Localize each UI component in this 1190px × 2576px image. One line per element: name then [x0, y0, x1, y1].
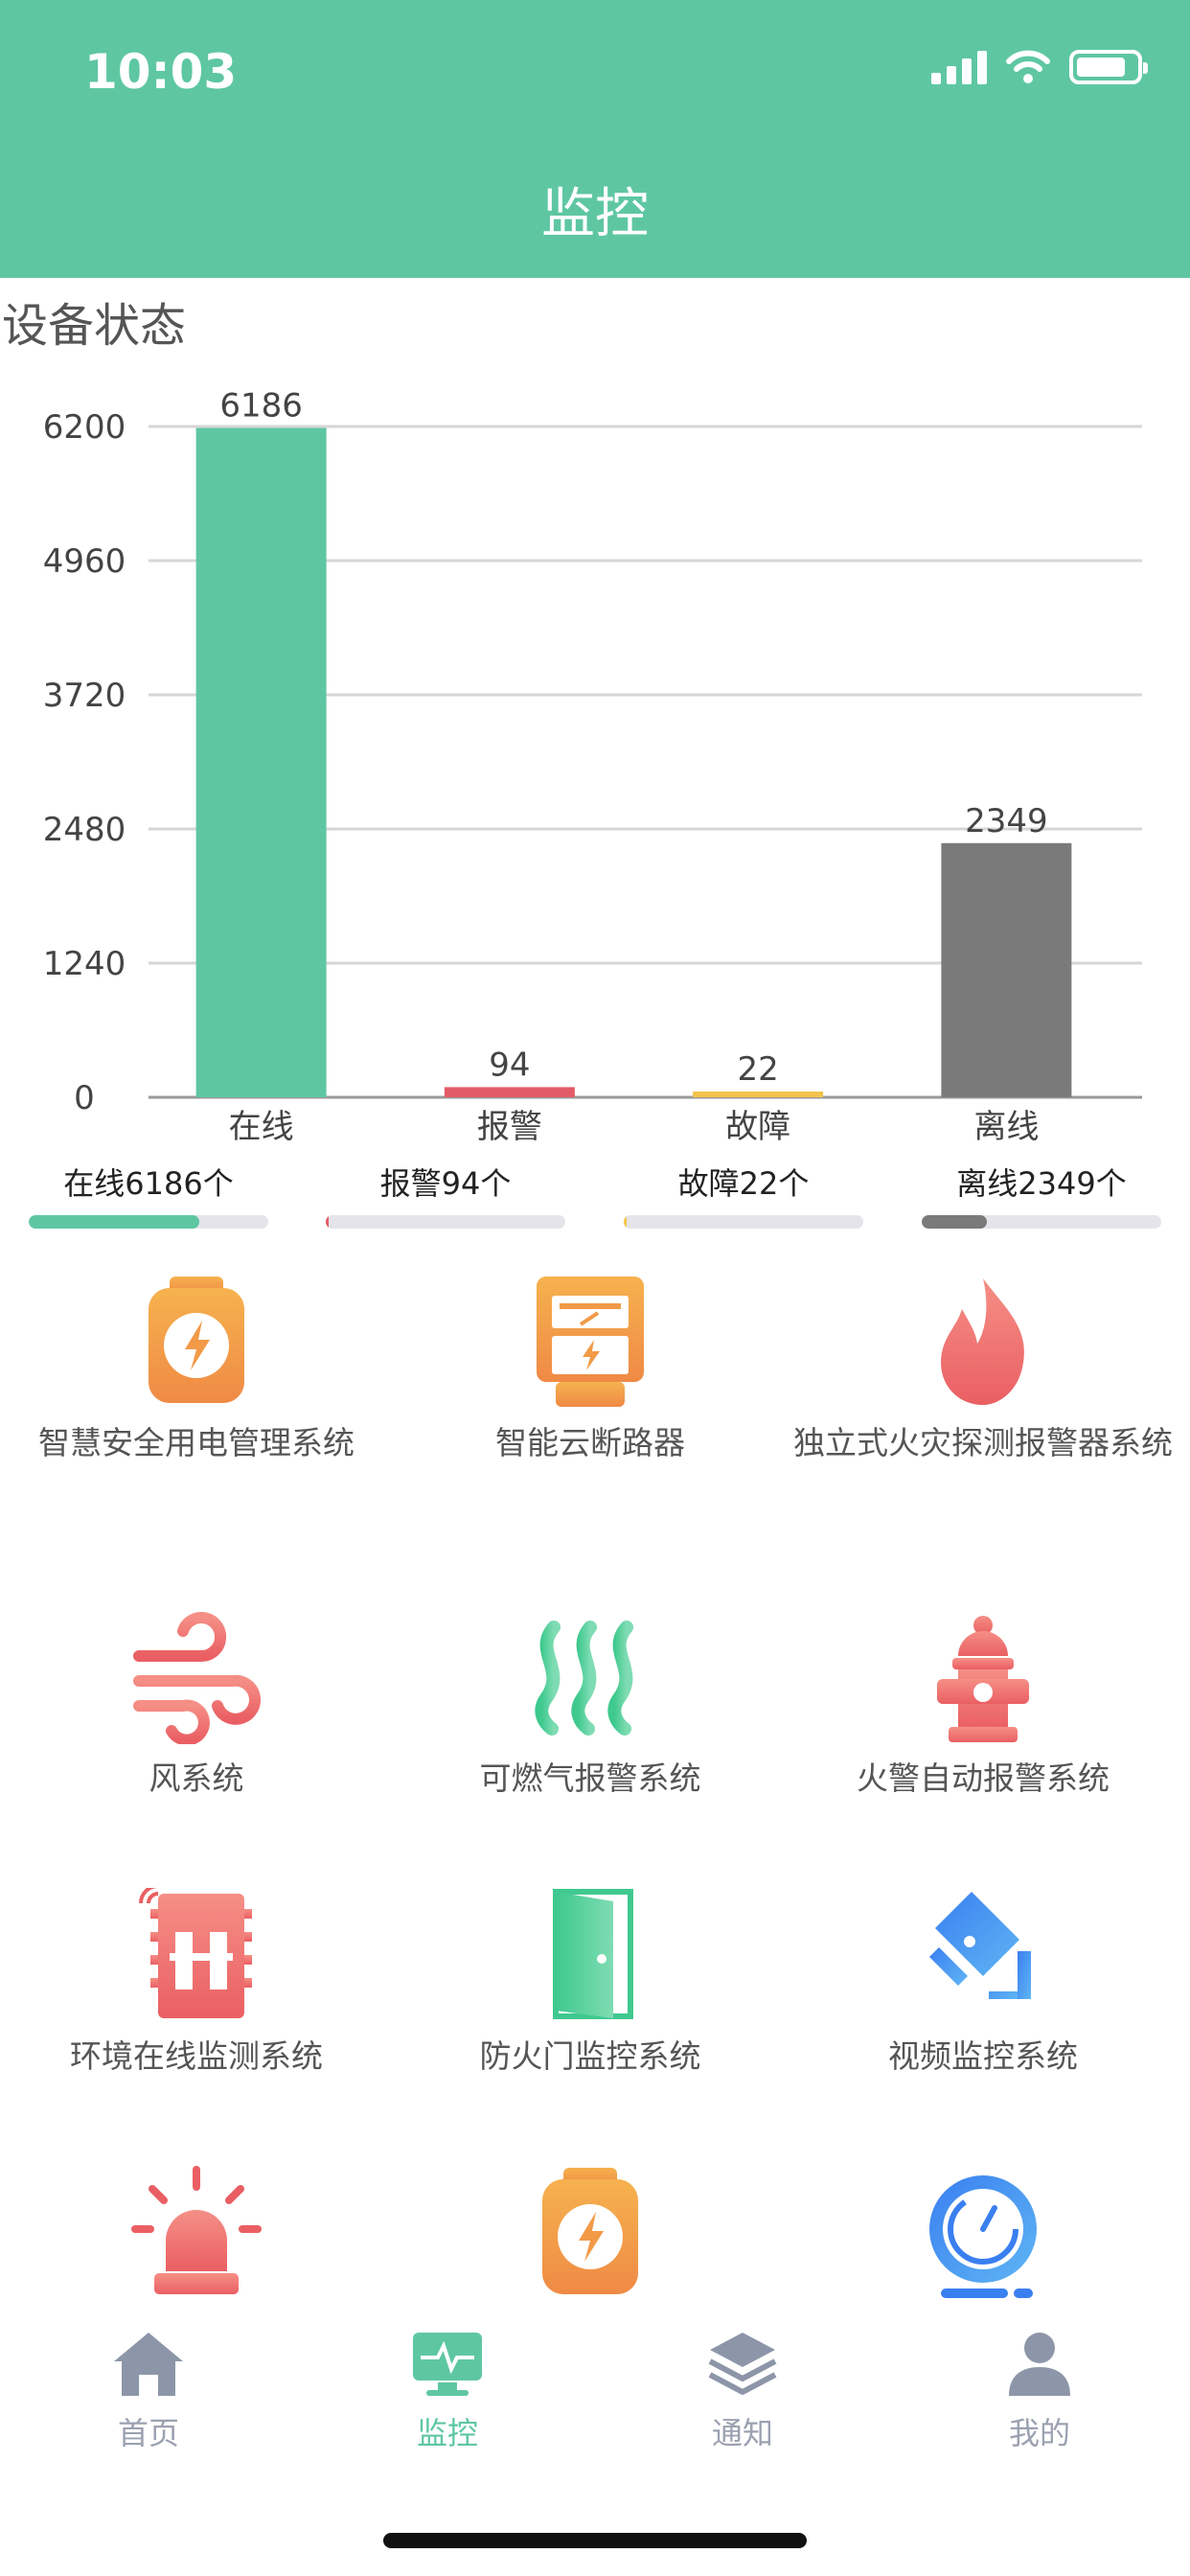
- home-indicator: [383, 2533, 807, 2548]
- system-environment[interactable]: 环境在线监测系统: [5, 1884, 388, 2085]
- system-video[interactable]: 视频监控系统: [791, 1888, 1175, 2085]
- bar-故障: [693, 1092, 824, 1097]
- app-header: 10:03 监控: [0, 0, 1190, 278]
- y-tick-label: 2480: [43, 811, 126, 849]
- system-electric-safety[interactable]: 智慧安全用电管理系统: [5, 1275, 388, 1472]
- system-alarm-light[interactable]: [5, 2166, 388, 2306]
- y-tick-label: 1240: [43, 945, 126, 983]
- status-icons: [931, 50, 1148, 84]
- summary-label-offline: 离线2349个: [956, 1165, 1127, 1202]
- system-fire-auto-alarm[interactable]: 火警自动报警系统: [791, 1610, 1175, 1807]
- tab-label: 通知: [711, 2415, 773, 2451]
- tab-notify[interactable]: 通知: [671, 2329, 814, 2453]
- tab-label: 我的: [1008, 2415, 1070, 2451]
- tab-mine[interactable]: 我的: [968, 2329, 1111, 2453]
- fire-door-icon: [553, 1889, 633, 2019]
- section-title: 设备状态: [2, 299, 187, 353]
- system-label: 视频监控系统: [888, 2037, 1078, 2075]
- pressure-gauge-icon: [929, 2175, 1037, 2298]
- x-tick-label: 故障: [725, 1108, 790, 1146]
- tab-home[interactable]: 首页: [77, 2329, 220, 2453]
- layers-icon: [708, 2333, 777, 2395]
- environment-monitor-icon: [139, 1884, 252, 2018]
- system-wind[interactable]: 风系统: [5, 1610, 388, 1807]
- alarm-light-icon: [131, 2166, 262, 2294]
- data-label: 6186: [219, 387, 303, 426]
- data-label: 94: [489, 1046, 530, 1084]
- gas-icon: [535, 1621, 633, 1736]
- y-tick-label: 0: [74, 1079, 95, 1117]
- data-label: 22: [737, 1050, 778, 1089]
- system-label: 智能云断路器: [495, 1424, 685, 1461]
- system-label: 可燃气报警系统: [479, 1760, 701, 1797]
- x-tick-label: 报警: [477, 1108, 542, 1146]
- x-tick-label: 在线: [229, 1108, 294, 1146]
- progress-online: [29, 1215, 268, 1229]
- progress-online-fill: [29, 1215, 199, 1229]
- system-gas-alarm[interactable]: 可燃气报警系统: [399, 1610, 782, 1807]
- user-icon: [1009, 2333, 1070, 2396]
- battery-icon: [1069, 50, 1148, 84]
- system-fire-door[interactable]: 防火门监控系统: [399, 1888, 782, 2085]
- tab-label: 首页: [117, 2415, 179, 2451]
- progress-fault: [624, 1215, 863, 1229]
- system-fire-detector[interactable]: 独立式火灾探测报警器系统: [791, 1275, 1175, 1472]
- circuit-breaker-icon: [537, 1276, 644, 1407]
- tab-monitor[interactable]: 监控: [376, 2329, 519, 2453]
- system-pressure[interactable]: [791, 2166, 1175, 2306]
- y-tick-label: 3720: [43, 677, 126, 715]
- electric-meter-icon: [542, 2168, 638, 2294]
- home-icon: [114, 2333, 183, 2396]
- progress-alarm: [326, 1215, 565, 1229]
- electric-meter-icon: [149, 1276, 244, 1403]
- bar-在线: [195, 427, 327, 1097]
- system-label: 风系统: [149, 1760, 244, 1797]
- bar-报警: [444, 1087, 575, 1097]
- wifi-icon: [1006, 50, 1050, 83]
- progress-fault-fill: [624, 1215, 627, 1229]
- y-tick-label: 4960: [43, 542, 126, 581]
- summary-label-alarm: 报警94个: [379, 1165, 512, 1202]
- tab-label: 监控: [416, 2415, 478, 2451]
- system-label: 智慧安全用电管理系统: [38, 1424, 355, 1461]
- progress-alarm-fill: [326, 1215, 329, 1229]
- progress-offline: [922, 1215, 1161, 1229]
- system-electric-2[interactable]: [399, 2166, 782, 2306]
- flame-icon: [941, 1278, 1024, 1405]
- x-tick-label: 离线: [973, 1108, 1039, 1146]
- fire-hydrant-icon: [937, 1616, 1029, 1742]
- system-label: 火警自动报警系统: [857, 1760, 1110, 1797]
- status-time: 10:03: [84, 44, 238, 100]
- summary-label-online: 在线6186个: [63, 1165, 234, 1202]
- summary-label-fault: 故障22个: [677, 1165, 810, 1202]
- y-tick-label: 6200: [43, 408, 126, 447]
- camera-icon: [929, 1892, 1031, 1999]
- monitor-icon: [413, 2333, 482, 2396]
- system-label: 防火门监控系统: [479, 2037, 701, 2075]
- system-label: 独立式火灾探测报警器系统: [793, 1424, 1173, 1461]
- signal-icon: [931, 50, 987, 84]
- device-status-chart: 0 1240 2480 3720 4960 6200 6186 在线 94 报警 22 故障 2349 离…: [43, 387, 1142, 1146]
- wind-icon: [133, 1612, 261, 1746]
- system-label: 环境在线监测系统: [70, 2037, 323, 2075]
- page-title: 监控: [541, 183, 649, 245]
- system-cloud-breaker[interactable]: 智能云断路器: [399, 1275, 782, 1472]
- bar-离线: [941, 842, 1072, 1097]
- data-label: 2349: [965, 802, 1048, 840]
- progress-offline-fill: [922, 1215, 987, 1229]
